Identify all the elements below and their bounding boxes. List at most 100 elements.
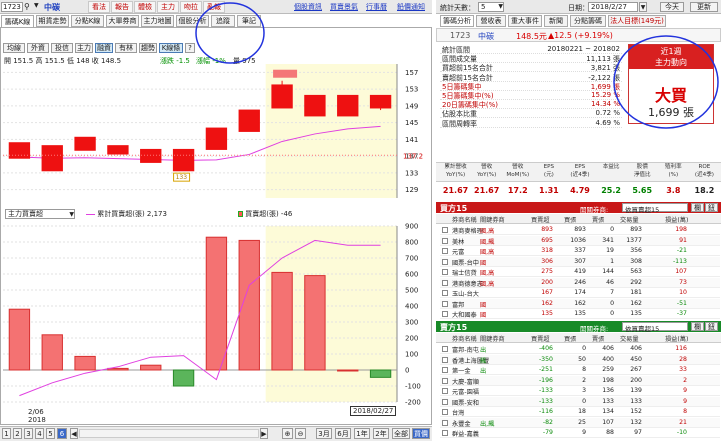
link-stock-info[interactable]: 個股資訊 — [294, 2, 322, 12]
row-checkbox[interactable] — [442, 300, 448, 307]
row-checkbox[interactable] — [442, 419, 448, 426]
row-checkbox[interactable] — [442, 367, 448, 373]
row-checkbox[interactable] — [442, 377, 448, 384]
table-row[interactable]: 香港上海匯豐飆 -350 50 400 450 28 — [440, 354, 720, 365]
news-button[interactable]: 亂報 — [203, 1, 225, 13]
table-row[interactable]: 瑞士信貸 國,高 275 419 144 563 107 — [440, 267, 720, 277]
table-row[interactable]: 大慶-富順 -196 2 198 200 2 — [440, 375, 720, 386]
sell-zoom-button[interactable]: 鈕 — [705, 322, 718, 331]
page-5-button[interactable]: 5 — [46, 428, 55, 439]
tab-news[interactable]: 新聞 — [544, 15, 568, 27]
buy-edit-button[interactable]: 欄 — [691, 203, 704, 212]
row-checkbox[interactable] — [442, 227, 448, 233]
flow-select[interactable]: 主力買賣超 ▼ — [5, 209, 75, 219]
table-row[interactable]: 大和國泰國 135 135 0 135 -37 — [440, 309, 720, 319]
trend-button[interactable]: 趨勢 — [139, 43, 157, 53]
table-header-cell[interactable]: 買賣超 — [531, 334, 550, 343]
tab-target-price[interactable]: 法人目標(149元) — [608, 15, 666, 27]
table-header-cell[interactable]: 關鍵券商 — [480, 334, 505, 343]
table-row[interactable]: 港商德意志 國,高 200 246 46 292 73 — [440, 277, 720, 288]
row-checkbox[interactable] — [442, 258, 448, 265]
page-4-button[interactable]: 4 — [35, 428, 44, 439]
table-header-cell[interactable]: 賣張 — [592, 334, 604, 343]
table-row[interactable]: 群益-嘉義 -79 9 88 97 -10 — [440, 428, 720, 438]
table-header-cell[interactable]: 買張 — [564, 334, 576, 343]
link-price-alert[interactable]: 鉛價通知 — [397, 2, 425, 12]
table-row[interactable]: 元富-園福 -133 3 136 139 9 — [440, 386, 720, 396]
row-checkbox[interactable] — [442, 398, 448, 405]
update-button[interactable]: 更新 — [690, 2, 718, 12]
view-button[interactable]: 看法 — [88, 1, 110, 13]
table-header-cell[interactable]: 損益(萬) — [665, 334, 688, 343]
table-row[interactable]: 第一金 出 -251 8 259 267 33 — [440, 365, 720, 375]
buy-price-button[interactable]: 買價 — [412, 428, 430, 439]
stat-days-select[interactable]: 5 ▼ — [478, 2, 504, 12]
zoom-in-icon[interactable]: ⊕ — [282, 428, 293, 439]
table-header-cell[interactable]: 買張 — [564, 215, 576, 224]
date-input[interactable]: 2018/2/27 — [588, 2, 638, 12]
trust-button[interactable]: 投信 — [51, 43, 73, 53]
margin-button[interactable]: 融資 — [95, 43, 113, 53]
table-row[interactable]: 台灣 -116 18 134 152 8 — [440, 407, 720, 417]
buy-zoom-button[interactable]: 鈕 — [705, 203, 718, 212]
row-checkbox[interactable] — [442, 269, 448, 275]
stock-code-input[interactable]: 1723 — [1, 2, 23, 12]
wenla-button[interactable]: 吻拉 — [180, 1, 202, 13]
table-row[interactable]: 國票-台中國 306 307 1 308 -113 — [440, 256, 720, 267]
tab-major-events[interactable]: 重大事件 — [508, 15, 542, 27]
row-checkbox[interactable] — [442, 311, 448, 317]
row-checkbox[interactable] — [442, 430, 448, 436]
scroll-right-icon[interactable]: ▶ — [260, 428, 268, 439]
help-button[interactable]: ? — [185, 43, 195, 53]
row-checkbox[interactable] — [442, 409, 448, 415]
tab-futures[interactable]: 期貨走勢 — [36, 15, 69, 27]
scroll-left-icon[interactable]: ◀ — [70, 428, 78, 439]
table-header-cell[interactable]: 券商名稱 — [452, 334, 477, 343]
link-calendar[interactable]: 行事曆 — [366, 2, 387, 12]
table-header-cell[interactable]: 券商名稱 — [452, 215, 477, 224]
tab-branch-chips[interactable]: 分點籌碼 — [570, 15, 606, 27]
youlin-button[interactable]: 有林 — [115, 43, 137, 53]
range-all-button[interactable]: 全部 — [392, 428, 410, 439]
ma-button[interactable]: 均線 — [3, 43, 25, 53]
table-header-cell[interactable]: 買賣超 — [531, 215, 550, 224]
table-row[interactable]: 元富 國,高 318 337 19 356 -21 — [440, 246, 720, 256]
table-header-cell[interactable]: 交易量 — [620, 215, 639, 224]
row-checkbox[interactable] — [442, 388, 448, 394]
tab-chip-analysis[interactable]: 籌碼分析 — [440, 15, 474, 27]
calendar-icon[interactable]: ▼ — [639, 2, 647, 12]
table-row[interactable]: 國票-安和 -133 0 133 133 9 — [440, 396, 720, 407]
range-6m-button[interactable]: 6月 — [335, 428, 351, 439]
table-row[interactable]: 港商麥格理 國,高 893 893 0 893 198 — [440, 225, 720, 235]
table-header-cell[interactable]: 損益(萬) — [665, 215, 688, 224]
page-6-button[interactable]: 6 — [57, 428, 67, 439]
row-checkbox[interactable] — [442, 248, 448, 254]
sell-broker-select[interactable]: 依買賣超15 — [622, 322, 688, 333]
range-2y-button[interactable]: 2年 — [373, 428, 389, 439]
search-icon[interactable]: ⚲ — [24, 2, 33, 12]
row-checkbox[interactable] — [442, 237, 448, 244]
sell-edit-button[interactable]: 欄 — [691, 322, 704, 331]
tab-revenue[interactable]: 營收表 — [476, 15, 506, 27]
page-1-button[interactable]: 1 — [2, 428, 11, 439]
row-checkbox[interactable] — [442, 346, 448, 352]
tab-chip-kline[interactable]: 籌碼K線 — [1, 15, 34, 27]
table-row[interactable]: 永豐金 出,飆 -82 25 107 132 21 — [440, 417, 720, 428]
table-row[interactable]: 富邦-南屯出 -406 0 406 406 116 — [440, 344, 720, 354]
tab-main-force-map[interactable]: 主力地圖 — [141, 15, 174, 27]
table-row[interactable]: 富邦 國 162 162 0 162 -51 — [440, 298, 720, 309]
row-checkbox[interactable] — [442, 279, 448, 286]
main-force-toggle[interactable]: 主力 — [75, 43, 93, 53]
checkup-button[interactable]: 體檢 — [134, 1, 156, 13]
range-1y-button[interactable]: 1年 — [354, 428, 370, 439]
page-3-button[interactable]: 3 — [24, 428, 33, 439]
tab-branch-kline[interactable]: 分點K線 — [71, 15, 104, 27]
link-business-cycle[interactable]: 買賣景氣 — [330, 2, 358, 12]
range-3m-button[interactable]: 3月 — [316, 428, 332, 439]
row-checkbox[interactable] — [442, 356, 448, 363]
report-button[interactable]: 報告 — [111, 1, 133, 13]
main-force-button[interactable]: 主力 — [157, 1, 179, 13]
today-button[interactable]: 今天 — [660, 2, 684, 12]
table-row[interactable]: 美林 國,飆 695 1036 341 1377 91 — [440, 235, 720, 246]
buy-broker-select[interactable]: 依買賣超15 — [622, 203, 688, 214]
